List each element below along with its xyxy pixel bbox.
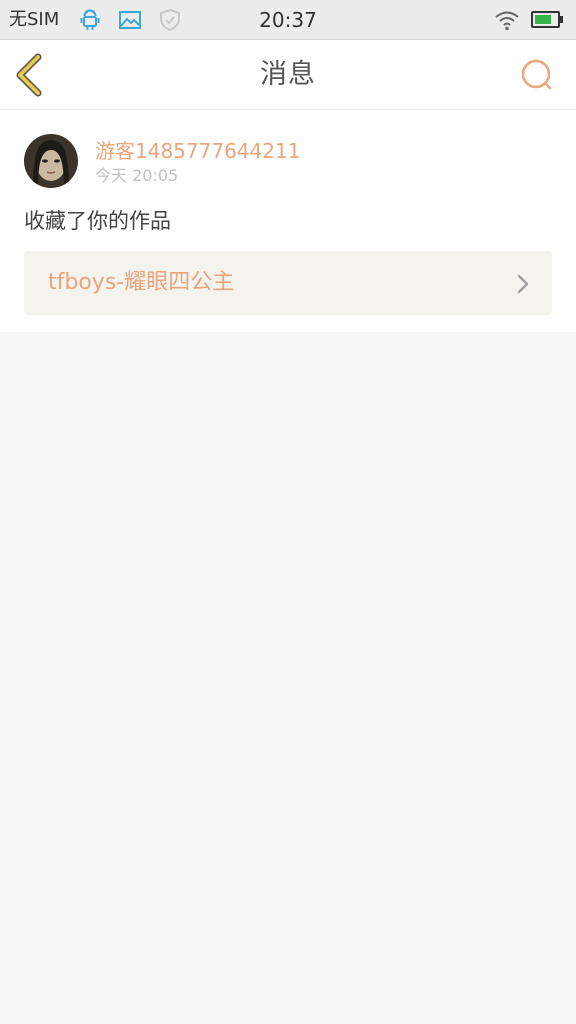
- message-text: 收藏了你的作品: [24, 209, 171, 233]
- work-title: tfboys-耀眼四公主: [48, 270, 235, 295]
- header: 消息: [0, 40, 576, 110]
- battery-icon: [531, 11, 563, 28]
- status-time: 20:37: [259, 8, 317, 32]
- avatar[interactable]: [24, 134, 78, 188]
- username[interactable]: 游客1485777644211: [95, 138, 300, 164]
- search-button[interactable]: [514, 54, 558, 96]
- timestamp: 今天 20:05: [95, 166, 179, 185]
- avatar-image: [24, 134, 78, 188]
- work-link[interactable]: tfboys-耀眼四公主: [24, 251, 552, 315]
- wifi-icon: [495, 11, 519, 31]
- page-title: 消息: [260, 59, 316, 90]
- message-card: 游客1485777644211 今天 20:05 收藏了你的作品 tfboys-…: [0, 110, 576, 332]
- search-icon: [521, 59, 552, 90]
- chevron-right-icon: [517, 274, 529, 294]
- status-bar: 无SIM 20:37: [0, 0, 576, 40]
